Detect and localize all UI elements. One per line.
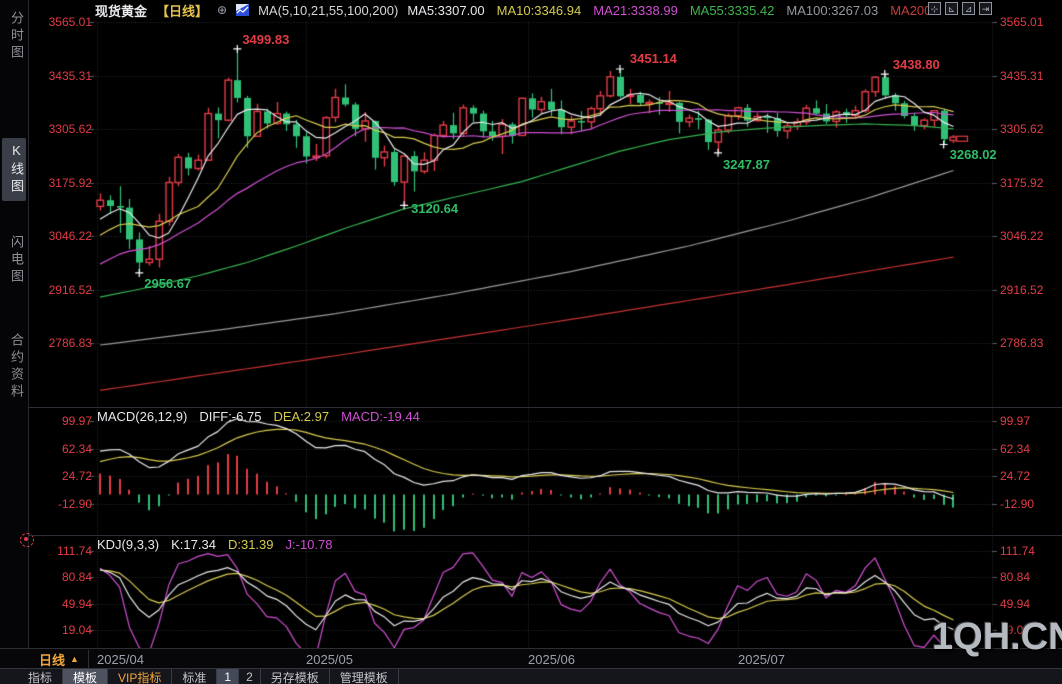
price-axis-label: 80.84 — [1000, 570, 1060, 584]
main-chart-header: 现货黄金 【日线】 ⊕ MA(5,10,21,55,100,200) MA5:3… — [95, 2, 935, 18]
toolbar-tab-2[interactable]: 模板 — [63, 669, 108, 684]
price-axis-label: 3305.62 — [1000, 122, 1060, 136]
date-axis-label: 2025/04 — [97, 652, 144, 667]
price-axis-label: 3046.22 — [30, 229, 92, 243]
price-axis-label: 99.97 — [30, 414, 92, 428]
price-axis-label: 49.94 — [30, 597, 92, 611]
toolbar-tab-7[interactable]: 另存模板 — [261, 669, 330, 684]
kdj-k-value: K:17.34 — [171, 537, 216, 552]
price-axis-label: 19.04 — [30, 623, 92, 637]
price-axis-label: 49.94 — [1000, 597, 1060, 611]
price-axis-label: 99.97 — [1000, 414, 1060, 428]
price-axis-label: 111.74 — [1000, 544, 1060, 558]
macd-diff-value: DIFF:-6.75 — [199, 409, 261, 424]
date-axis-label: 2025/07 — [738, 652, 785, 667]
ma-legend-value: MA10:3346.94 — [497, 3, 582, 18]
toolbar-tab-1[interactable]: 指标 — [18, 669, 63, 684]
price-annotation: 3247.87 — [723, 157, 770, 172]
price-axis-label: 3305.62 — [30, 122, 92, 136]
ma-legend-value: MA55:3335.42 — [690, 3, 775, 18]
price-axis-label: 3175.92 — [1000, 176, 1060, 190]
pane-layout-1-icon[interactable]: ⊾ — [945, 2, 958, 15]
price-axis-label: 2786.83 — [1000, 336, 1060, 350]
toolbar-tab-4[interactable]: 标准 — [172, 669, 217, 684]
sidebar-item-4[interactable]: 合约资料 — [2, 328, 26, 406]
toolbar-tab-6[interactable]: 2 — [239, 669, 261, 684]
kdj-d-value: D:31.39 — [228, 537, 274, 552]
price-axis-label: 3435.31 — [30, 69, 92, 83]
pane-layout-2-icon[interactable]: ⊿ — [962, 2, 975, 15]
period-selector-button[interactable]: 日线 ▲ — [30, 650, 89, 668]
price-axis-label: 3565.01 — [30, 15, 92, 29]
price-axis-label: 2916.52 — [1000, 283, 1060, 297]
price-axis-label: 24.72 — [1000, 469, 1060, 483]
kdj-header: KDJ(9,3,3) K:17.34 D:31.39 J:-10.78 — [97, 537, 333, 552]
pane-toolbar: ⊹ ⊾ ⊿ ⇥ — [928, 2, 992, 15]
chart-type-sidebar: 分时图 K线图闪电图合约资料 — [0, 0, 29, 648]
ma-legend-value: MA100:3267.03 — [786, 3, 878, 18]
watermark: 1QH.CN — [932, 616, 1062, 659]
price-annotation: 3499.83 — [242, 32, 289, 47]
mini-chart-icon[interactable] — [236, 4, 249, 16]
price-axis-label: -12.90 — [1000, 497, 1060, 511]
price-axis-label: 2916.52 — [30, 283, 92, 297]
panel-divider — [28, 407, 1062, 408]
ma-legend-value: MA21:3338.99 — [593, 3, 678, 18]
price-annotation: 3120.64 — [411, 201, 458, 216]
triangle-up-icon: ▲ — [70, 654, 79, 664]
toolbar-tab-3[interactable]: VIP指标 — [108, 669, 172, 684]
sidebar-item-3[interactable]: 闪电图 — [2, 230, 26, 291]
macd-macd-value: MACD:-19.44 — [341, 409, 420, 424]
panel-divider — [28, 535, 1062, 536]
sidebar-item-1[interactable]: 分时图 — [2, 6, 26, 67]
add-compare-icon[interactable]: ⊕ — [217, 3, 227, 17]
date-axis-row: 日线 ▲ 2025/04 2025/05 2025/06 2025/07 — [0, 648, 1062, 669]
price-axis-label: 3175.92 — [30, 176, 92, 190]
kline-chart-app: 分时图 K线图闪电图合约资料 现货黄金 【日线】 ⊕ MA(5,10,21,55,… — [0, 0, 1062, 684]
kdj-title: KDJ(9,3,3) — [97, 537, 159, 552]
macd-title: MACD(26,12,9) — [97, 409, 187, 424]
toolbar-tab-5[interactable]: 1 — [217, 669, 239, 684]
ma-legend-value: MA5:3307.00 — [407, 3, 484, 18]
indicator-toolbar: 指标模板VIP指标标准12另存模板管理模板 — [0, 668, 1062, 684]
price-axis-label: 3046.22 — [1000, 229, 1060, 243]
date-axis-label: 2025/05 — [306, 652, 353, 667]
price-axis-label: 62.34 — [30, 442, 92, 456]
toolbar-tab-8[interactable]: 管理模板 — [330, 669, 399, 684]
period-tag: 【日线】 — [156, 1, 208, 20]
date-axis-label: 2025/06 — [528, 652, 575, 667]
ma-legend: MA5:3307.00 MA10:3346.94 MA21:3338.99 MA55:… — [407, 3, 935, 18]
price-axis-label: 2786.83 — [30, 336, 92, 350]
price-axis-label: 80.84 — [30, 570, 92, 584]
price-axis-label: 24.72 — [30, 469, 92, 483]
price-axis-label: -12.90 — [30, 497, 92, 511]
price-axis-label: 3565.01 — [1000, 15, 1060, 29]
chart-canvas[interactable] — [0, 0, 1062, 684]
macd-dea-value: DEA:2.97 — [273, 409, 329, 424]
period-label: 日线 — [39, 650, 65, 669]
sidebar-item-2[interactable]: K线图 — [2, 138, 26, 201]
price-annotation: 3268.02 — [950, 147, 997, 162]
price-annotation: 3451.14 — [630, 51, 677, 66]
price-annotation: 3438.80 — [893, 57, 940, 72]
price-axis-label: 62.34 — [1000, 442, 1060, 456]
price-axis-label: 111.74 — [30, 544, 92, 558]
expand-pane-icon[interactable]: ⇥ — [979, 2, 992, 15]
price-annotation: 2956.67 — [144, 276, 191, 291]
price-axis-label: 3435.31 — [1000, 69, 1060, 83]
macd-header: MACD(26,12,9) DIFF:-6.75 DEA:2.97 MACD:-… — [97, 409, 420, 424]
split-panes-icon[interactable]: ⊹ — [928, 2, 941, 15]
symbol-name: 现货黄金 — [95, 1, 147, 20]
kdj-j-value: J:-10.78 — [286, 537, 333, 552]
ma-settings-label: MA(5,10,21,55,100,200) — [258, 3, 398, 18]
